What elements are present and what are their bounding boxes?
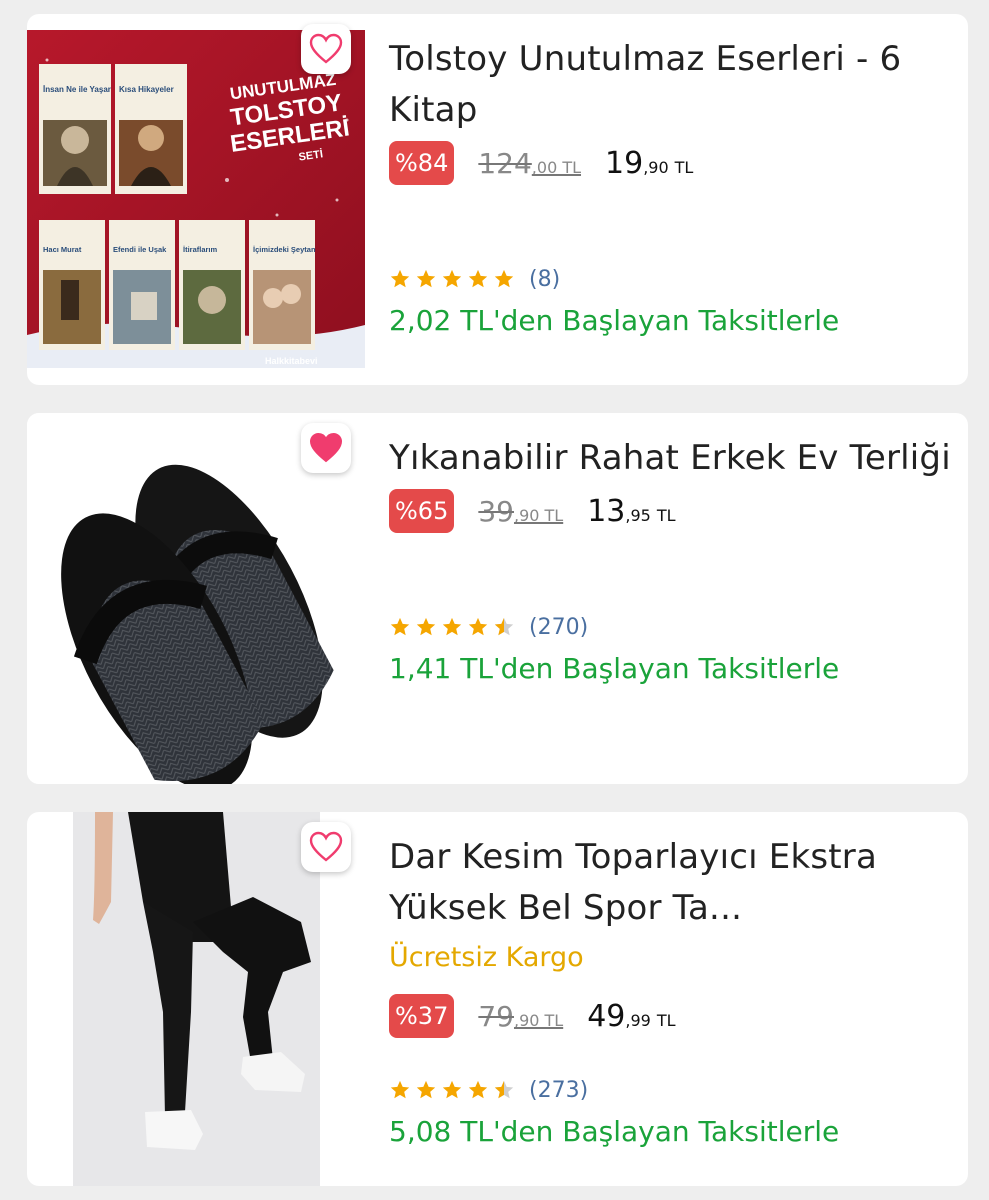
favorite-button[interactable]	[301, 822, 351, 872]
discount-badge: %84	[389, 141, 455, 185]
product-image-tolstoy-set[interactable]: UNUTULMAZ TOLSTOY ESERLERİ SETİ İnsan Ne…	[27, 30, 365, 368]
book-title: İnsan Ne ile Yaşar	[43, 85, 111, 94]
rating-row: (270)	[389, 610, 952, 644]
book-title: Kısa Hikayeler	[119, 85, 174, 94]
star-half-icon	[494, 617, 514, 636]
discount-badge: %37	[389, 994, 455, 1038]
rating-row: (8)	[389, 262, 952, 296]
star-icon	[416, 269, 436, 288]
product-title[interactable]: Tolstoy Unutulmaz Eserleri - 6 Kitap	[389, 34, 952, 136]
book-title: Efendi ile Uşak	[113, 245, 167, 254]
product-title[interactable]: Dar Kesim Toparlayıcı Ekstra Yüksek Bel …	[389, 832, 952, 934]
star-icon	[442, 617, 462, 636]
rating-stars	[389, 1079, 515, 1101]
current-price: 13,95 TL	[587, 493, 676, 529]
rating-count[interactable]: (8)	[529, 267, 560, 292]
rating-count[interactable]: (270)	[529, 615, 588, 640]
product-card[interactable]: UNUTULMAZ TOLSTOY ESERLERİ SETİ İnsan Ne…	[27, 14, 968, 385]
free-shipping-label: Ücretsiz Kargo	[389, 942, 584, 973]
star-icon	[468, 617, 488, 636]
product-card[interactable]: Dar Kesim Toparlayıcı Ekstra Yüksek Bel …	[27, 812, 968, 1186]
old-price: 79,90 TL	[478, 999, 564, 1033]
star-icon	[468, 1080, 488, 1099]
rating-row: (273)	[389, 1073, 952, 1107]
price-row: %84 124,00 TL 19,90 TL	[389, 140, 952, 186]
heart-icon	[309, 831, 343, 862]
star-icon	[390, 269, 410, 288]
star-icon	[390, 617, 410, 636]
star-icon	[442, 269, 462, 288]
current-price: 49,99 TL	[587, 998, 676, 1034]
rating-stars	[389, 268, 515, 290]
favorite-button[interactable]	[301, 423, 351, 473]
product-info: Tolstoy Unutulmaz Eserleri - 6 Kitap %84…	[389, 34, 952, 337]
installment-text: 5,08 TL'den Başlayan Taksitlerle	[389, 1115, 840, 1148]
star-icon	[416, 617, 436, 636]
installment-text: 2,02 TL'den Başlayan Taksitlerle	[389, 304, 840, 337]
star-icon	[416, 1080, 436, 1099]
book-title: İtiraflarım	[183, 245, 218, 254]
discount-badge: %65	[389, 489, 455, 533]
heart-icon	[309, 432, 343, 463]
product-title[interactable]: Yıkanabilir Rahat Erkek Ev Terliği	[389, 433, 952, 484]
price-row: %65 39,90 TL 13,95 TL	[389, 488, 952, 534]
publisher-logo: Halkkitabevi	[265, 356, 318, 366]
old-price: 39,90 TL	[478, 494, 564, 528]
star-icon	[494, 269, 514, 288]
installment-text: 1,41 TL'den Başlayan Taksitlerle	[389, 652, 840, 685]
product-info: Dar Kesim Toparlayıcı Ekstra Yüksek Bel …	[389, 832, 952, 1148]
price-row: %37 79,90 TL 49,99 TL	[389, 993, 952, 1039]
rating-stars	[389, 616, 515, 638]
product-info: Yıkanabilir Rahat Erkek Ev Terliği %65 3…	[389, 433, 952, 685]
old-price: 124,00 TL	[478, 146, 582, 180]
current-price: 19,90 TL	[605, 145, 694, 181]
favorite-button[interactable]	[301, 24, 351, 74]
book-title: İçimizdeki Şeytan	[253, 245, 316, 254]
star-icon	[390, 1080, 410, 1099]
product-image-leggings[interactable]	[73, 812, 320, 1186]
heart-icon	[309, 33, 343, 64]
star-icon	[468, 269, 488, 288]
rating-count[interactable]: (273)	[529, 1078, 588, 1103]
book-title: Hacı Murat	[43, 245, 82, 254]
product-card[interactable]: Yıkanabilir Rahat Erkek Ev Terliği %65 3…	[27, 413, 968, 784]
star-icon	[442, 1080, 462, 1099]
star-half-icon	[494, 1080, 514, 1099]
